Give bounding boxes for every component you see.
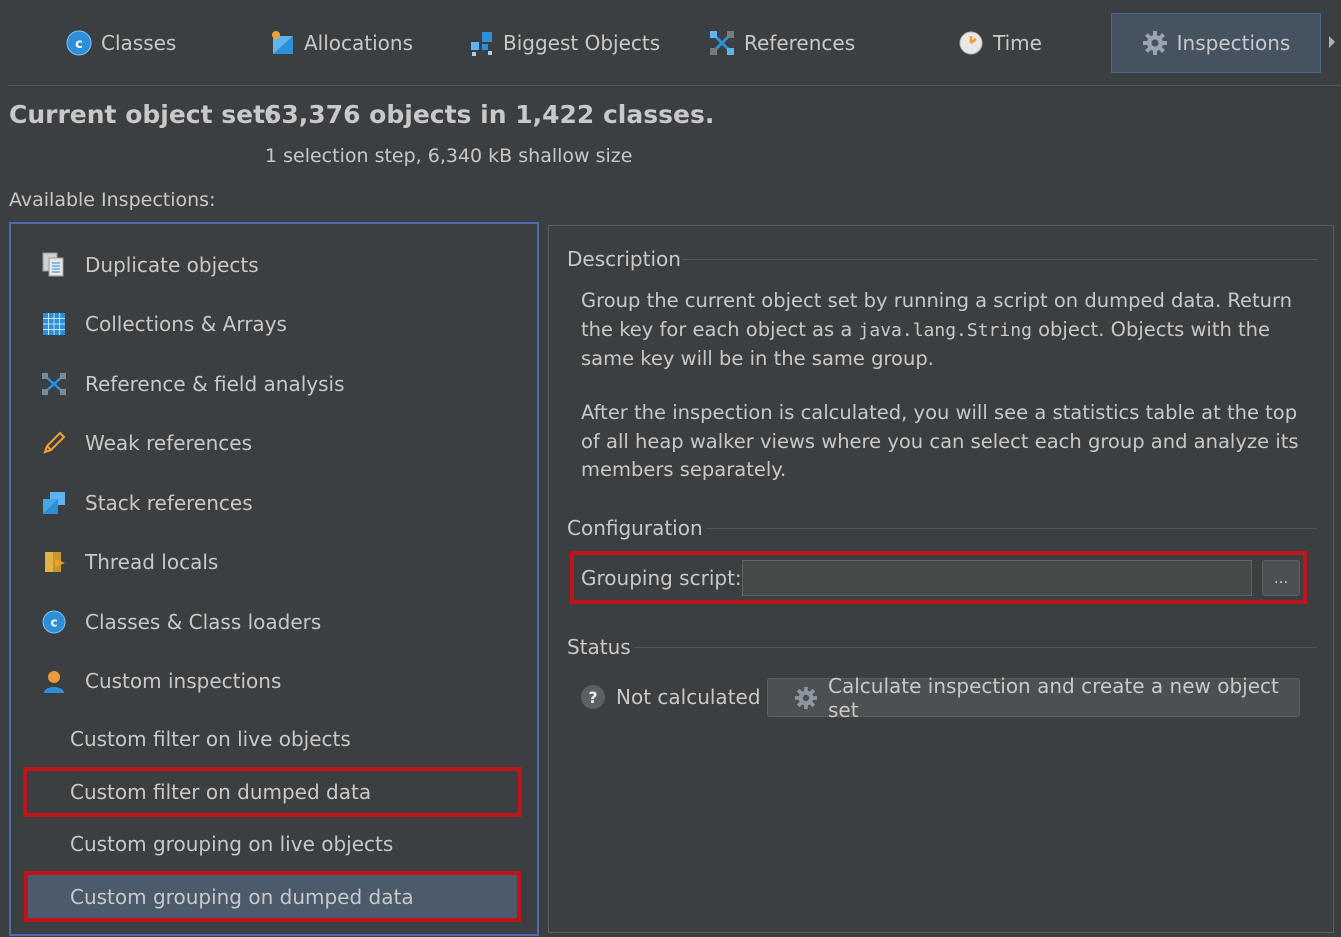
inspection-label: Custom filter on dumped data <box>70 780 372 804</box>
inspection-label: Weak references <box>85 431 253 455</box>
description-section-title: Description <box>567 247 681 271</box>
collections-arrays-icon <box>41 311 67 337</box>
calculate-button-label: Calculate inspection and create a new ob… <box>828 673 1279 722</box>
inspection-thread-locals[interactable]: Thread locals <box>41 549 218 575</box>
inspection-label: Thread locals <box>85 550 219 574</box>
tab-references[interactable]: References <box>709 13 879 73</box>
tab-time[interactable]: Time <box>958 13 1078 73</box>
inspection-weak-references[interactable]: Weak references <box>41 430 252 456</box>
tab-label: Time <box>993 31 1042 55</box>
browse-script-button[interactable]: ... <box>1262 560 1300 596</box>
tab-allocations[interactable]: Allocations <box>269 13 439 73</box>
duplicate-objects-icon <box>41 252 67 278</box>
tab-label: Inspections <box>1176 31 1291 55</box>
selection-step-info: 1 selection step, 6,340 kB shallow size <box>265 145 633 167</box>
stack-references-icon <box>41 490 67 516</box>
current-object-set-value: 63,376 objects in 1,422 classes. <box>264 100 715 129</box>
tab-label: Classes <box>101 31 177 55</box>
reference-field-icon <box>41 371 67 397</box>
grouping-script-label: Grouping script: <box>581 566 742 590</box>
custom-filter-live-objects[interactable]: Custom filter on live objects <box>24 716 518 762</box>
inspection-detail-panel: Description Group the current object set… <box>548 225 1334 933</box>
gear-icon <box>794 686 818 710</box>
inspection-custom-inspections[interactable]: Custom inspections <box>41 668 281 694</box>
time-icon <box>958 30 984 56</box>
tab-scroll-right-icon[interactable] <box>1329 36 1335 48</box>
inspection-classes-class-loaders[interactable]: c Classes & Class loaders <box>41 609 321 635</box>
tab-label: Allocations <box>304 31 414 55</box>
inspection-label: Collections & Arrays <box>85 312 287 336</box>
inspection-label: Custom inspections <box>85 669 282 693</box>
biggest-objects-icon <box>468 30 494 56</box>
allocations-icon <box>269 30 295 56</box>
inspection-label: Custom grouping on dumped data <box>70 885 414 909</box>
class-loaders-icon: c <box>41 609 67 635</box>
tab-inspections[interactable]: Inspections <box>1111 13 1321 73</box>
description-paragraph-2: After the inspection is calculated, you … <box>581 401 1299 481</box>
custom-grouping-live-objects[interactable]: Custom grouping on live objects <box>24 821 518 867</box>
description-code: java.lang.String <box>858 319 1032 341</box>
tab-label: References <box>744 31 856 55</box>
question-icon: ? <box>581 685 605 709</box>
calculate-inspection-button[interactable]: Calculate inspection and create a new ob… <box>767 674 1300 722</box>
thread-locals-icon <box>41 549 67 575</box>
divider <box>634 647 1317 648</box>
view-tab-bar: c Classes Allocations Biggest Objects Re… <box>0 0 1341 86</box>
current-object-set-label: Current object set: <box>9 100 276 129</box>
tab-biggest-objects[interactable]: Biggest Objects <box>468 13 668 73</box>
tab-label: Biggest Objects <box>503 31 661 55</box>
custom-inspections-icon <box>41 668 67 694</box>
inspection-label: Custom filter on live objects <box>70 727 351 751</box>
description-paragraph-1: Group the current object set by running … <box>581 287 1311 374</box>
available-inspections-label: Available Inspections: <box>9 189 216 211</box>
inspection-reference-field-analysis[interactable]: Reference & field analysis <box>41 371 345 397</box>
divider <box>706 528 1317 529</box>
inspection-label: Custom grouping on live objects <box>70 832 394 856</box>
status-section-title: Status <box>567 635 631 659</box>
svg-text:c: c <box>75 37 83 52</box>
inspection-stack-references[interactable]: Stack references <box>41 490 253 516</box>
weak-references-icon <box>41 430 67 456</box>
inspection-label: Reference & field analysis <box>85 372 345 396</box>
configuration-section-title: Configuration <box>567 516 703 540</box>
inspection-duplicate-objects[interactable]: Duplicate objects <box>41 252 259 278</box>
divider <box>682 259 1317 260</box>
tab-classes[interactable]: c Classes <box>66 13 226 73</box>
gear-icon <box>1142 30 1168 56</box>
inspection-collections-arrays[interactable]: Collections & Arrays <box>41 311 287 337</box>
grouping-script-input[interactable] <box>742 560 1252 596</box>
custom-filter-dumped-data[interactable]: Custom filter on dumped data <box>24 769 518 815</box>
divider <box>8 85 1341 86</box>
references-icon <box>709 30 735 56</box>
classes-icon: c <box>66 30 92 56</box>
svg-text:c: c <box>50 616 57 630</box>
status-text: Not calculated <box>616 685 761 709</box>
custom-grouping-dumped-data[interactable]: Custom grouping on dumped data <box>24 874 518 920</box>
inspection-label: Stack references <box>85 491 253 515</box>
inspections-list[interactable]: Duplicate objects Collections & Arrays R… <box>9 222 539 936</box>
inspection-label: Duplicate objects <box>85 253 259 277</box>
inspection-label: Classes & Class loaders <box>85 610 322 634</box>
